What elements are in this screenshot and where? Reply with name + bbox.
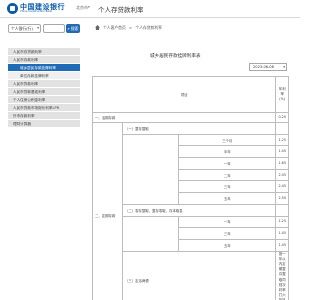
sidebar-item-finance-calculator[interactable]: 理财计算器 [8, 120, 80, 128]
header-divider [0, 17, 300, 18]
search-input[interactable] [43, 24, 65, 33]
table-row: （二）零存整取、整存零取、存本取息 [93, 203, 289, 217]
table-row: （三）定活两便 按一年以内定期整存整取同档次利率打六折执行 [93, 250, 289, 300]
section-2-rate [275, 203, 289, 217]
term-cell: 五年 [177, 238, 277, 252]
rate-table: 项目 年利率(%) 一、活期存款 0.20 二、定期存款 （一）整存整取 三个月… [91, 76, 289, 300]
dinghuo-rate: 按一年以内定期整存整取同档次利率打六折执行 [275, 250, 289, 300]
site-header: 中国建设银行 China Construction Bank 北京市 ▾ 个人存… [0, 0, 300, 17]
term-cell: 三个月 [177, 133, 277, 147]
breadcrumb-separator: > [129, 24, 133, 30]
breadcrumb-item-home[interactable]: 个人客户首页 [103, 25, 126, 30]
header-item: 项目 [91, 76, 277, 113]
term-cell: 半年 [177, 145, 277, 159]
sidebar-item-rmb-loan-benchmark[interactable]: 人民币贷款基准利率 [8, 88, 80, 96]
sidebar-item-housing-fund-rates[interactable]: 个人住房公积金利率 [8, 96, 80, 104]
table-row: 一年 1.25 [93, 215, 289, 252]
date-value: 2023-06-08 [253, 65, 274, 69]
search-scope-select[interactable]: 个人银行(行) ▾ [8, 24, 41, 33]
sidebar: 人民币存贷款利率 人民币存款利率 城乡居民存款挂牌利率 单位存款挂牌利率 人民币… [8, 48, 80, 128]
section-2-label: （二）零存整取、整存零取、存本取息 [121, 203, 277, 217]
search-icon: ⌕ [67, 26, 70, 31]
chevron-down-icon: ▾ [283, 65, 285, 69]
search-button-label: 搜索 [70, 26, 79, 31]
rate-cell: 2.05 [275, 168, 289, 182]
term-cell: 五年 [177, 192, 277, 205]
header-rate: 年利率(%) [275, 76, 289, 113]
term-cell: 一年 [177, 157, 277, 170]
home-icon[interactable] [95, 25, 100, 30]
table-row: 一、活期存款 0.20 [91, 112, 289, 123]
region-selector[interactable]: 北京市 [76, 5, 88, 11]
sidebar-item-rmb-deposit-loan-rates[interactable]: 人民币存贷款利率 [8, 48, 80, 56]
rate-cell: 1.45 [275, 238, 289, 252]
rate-cell: 2.45 [275, 180, 289, 194]
section-3-label: （三）定活两便 [121, 250, 277, 300]
sidebar-item-resident-deposit-rates[interactable]: 城乡居民存款挂牌利率 [8, 64, 80, 72]
term-cell: 三年 [177, 180, 277, 194]
chevron-down-icon: ▾ [37, 26, 39, 30]
breadcrumb: 个人客户首页 > 个人存贷款利率 [103, 25, 164, 31]
huoqi-label: 一、活期存款 [91, 112, 277, 123]
search-scope-value: 个人银行(行) [11, 26, 33, 31]
huoqi-rate: 0.20 [275, 112, 289, 123]
chevron-down-icon[interactable]: ▾ [88, 5, 90, 9]
table-title: 城乡居民存款挂牌利率表 [150, 54, 201, 59]
sidebar-item-lpr[interactable]: 人民币贷款市场报价利率LPR [8, 104, 80, 112]
breadcrumb-item-current: 个人存贷款利率 [135, 24, 162, 30]
rate-cell: 2.50 [275, 192, 289, 205]
page-title: 个人存贷款利率 [98, 5, 144, 14]
sidebar-item-corporate-deposit-rates[interactable]: 单位存款挂牌利率 [8, 72, 80, 80]
dingqi-label: 二、定期存款 [92, 122, 123, 300]
logo-english-name: China Construction Bank [20, 10, 53, 13]
sidebar-item-rmb-loan-rates[interactable]: 人民币贷款利率 [8, 80, 80, 88]
section-1-indent [122, 133, 179, 205]
table-header-row: 项目 年利率(%) [91, 76, 289, 113]
rate-cell: 1.25 [275, 215, 289, 229]
term-cell: 三年 [177, 227, 277, 240]
term-cell: 二年 [177, 168, 277, 182]
rate-cell: 1.25 [275, 133, 289, 147]
section-2-indent [122, 215, 179, 252]
section-1-rate [275, 122, 289, 135]
sidebar-item-foreign-deposit-rates[interactable]: 外币存款利率 [8, 112, 80, 120]
rate-cell: 1.45 [275, 145, 289, 159]
table-row: 二、定期存款 （一）整存整取 [92, 122, 289, 300]
table-row: 三个月 1.25 [93, 133, 289, 205]
search-button[interactable]: ⌕ 搜索 [66, 24, 80, 33]
rate-cell: 1.65 [275, 157, 289, 170]
date-select[interactable]: 2023-06-08 ▾ [249, 63, 287, 71]
sidebar-item-rmb-deposit-rates[interactable]: 人民币存款利率 [8, 56, 80, 64]
ccb-logo-icon[interactable] [7, 3, 18, 14]
rate-cell: 1.45 [275, 227, 289, 240]
section-1-label: （一）整存整取 [121, 122, 277, 135]
term-cell: 一年 [177, 215, 277, 229]
